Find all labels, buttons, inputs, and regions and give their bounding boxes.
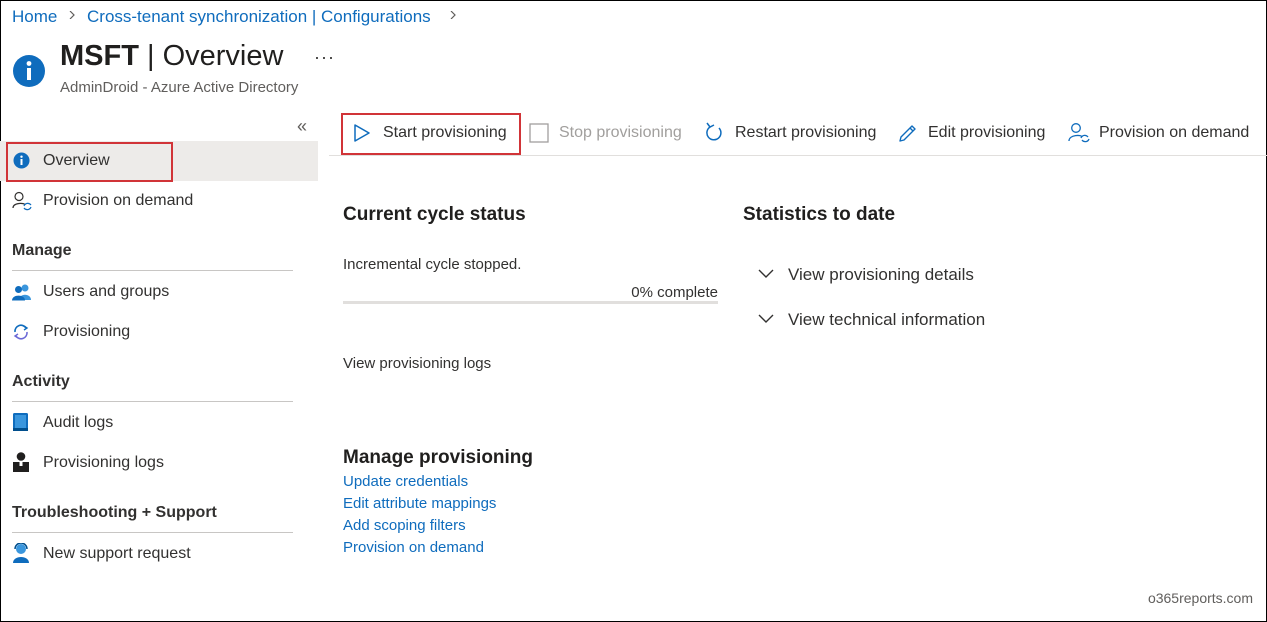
support-agent-icon <box>13 543 29 563</box>
section-heading-manage: Manage <box>12 242 72 259</box>
sidebar-item-label: Provision on demand <box>43 192 194 209</box>
toolbar-divider <box>329 155 1267 156</box>
highlight-box <box>341 113 521 155</box>
edit-provisioning-label: Edit provisioning <box>928 124 1046 141</box>
sidebar-item-label: Users and groups <box>43 283 170 300</box>
progress-bar <box>343 301 718 304</box>
stop-provisioning-label: Stop provisioning <box>559 124 682 141</box>
watermark: o365reports.com <box>1147 590 1253 606</box>
sidebar-item-label: Audit logs <box>43 414 114 431</box>
expander-label: View technical information <box>788 310 986 329</box>
sidebar-item-label: Provisioning logs <box>43 454 164 471</box>
breadcrumb-home[interactable]: Home <box>12 7 57 27</box>
restart-provisioning-label: Restart provisioning <box>735 124 877 141</box>
pencil-icon <box>899 125 916 142</box>
collapse-sidebar-icon[interactable]: « <box>297 116 307 137</box>
divider <box>12 532 293 533</box>
sidebar-item-label: Provisioning <box>43 323 131 340</box>
add-scoping-filters-link[interactable]: Add scoping filters <box>343 517 466 534</box>
info-icon <box>13 55 45 87</box>
view-provisioning-logs-link[interactable]: View provisioning logs <box>343 355 491 372</box>
person-log-icon <box>13 452 29 472</box>
chevron-right-icon <box>450 11 456 19</box>
more-options-button[interactable]: ··· <box>314 47 335 68</box>
section-heading-activity: Activity <box>12 373 70 390</box>
users-icon <box>12 284 31 301</box>
breadcrumb-configurations[interactable]: Cross-tenant synchronization | Configura… <box>87 7 431 27</box>
chevron-down-icon <box>758 269 774 278</box>
update-credentials-link[interactable]: Update credentials <box>343 473 468 490</box>
current-cycle-heading: Current cycle status <box>343 204 526 225</box>
statistics-heading: Statistics to date <box>743 204 896 225</box>
manage-provisioning-heading: Manage provisioning <box>343 447 534 468</box>
user-sync-icon <box>12 191 32 211</box>
audit-log-icon <box>13 413 28 431</box>
page-title: MSFT | Overview <box>60 40 284 72</box>
provision-on-demand-link[interactable]: Provision on demand <box>343 539 484 556</box>
page-subtitle: AdminDroid - Azure Active Directory <box>60 79 299 96</box>
stop-icon <box>529 123 549 143</box>
progress-percent: 0% complete <box>631 284 718 301</box>
divider <box>12 401 293 402</box>
highlight-box <box>6 142 173 182</box>
restart-icon <box>706 122 722 141</box>
expander-label: View provisioning details <box>788 265 974 284</box>
chevron-down-icon <box>758 314 774 323</box>
provision-on-demand-label: Provision on demand <box>1099 124 1250 141</box>
edit-attribute-mappings-link[interactable]: Edit attribute mappings <box>343 495 496 512</box>
chevron-right-icon <box>69 11 75 19</box>
user-sync-icon <box>1068 123 1090 143</box>
cycle-status-text: Incremental cycle stopped. <box>343 256 522 273</box>
provisioning-icon <box>13 324 29 340</box>
section-heading-troubleshooting: Troubleshooting + Support <box>12 504 217 521</box>
divider <box>12 270 293 271</box>
sidebar-item-label: New support request <box>43 545 191 562</box>
